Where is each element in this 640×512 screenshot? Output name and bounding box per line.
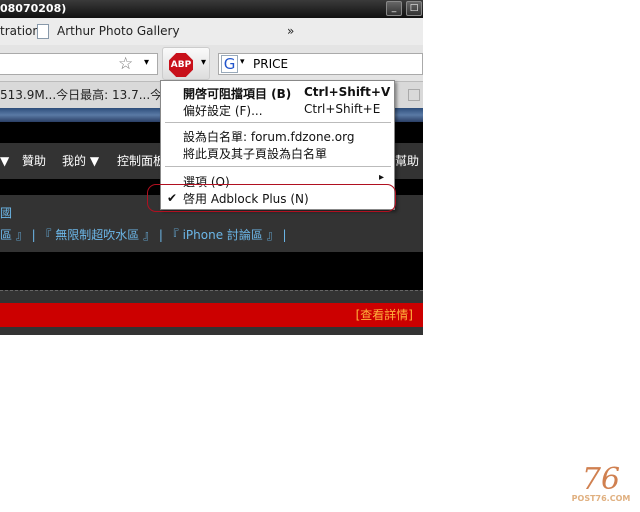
url-bar[interactable]: ☆ ▾ <box>0 53 158 75</box>
title-bar: 08070208) <box>0 0 423 18</box>
forum-link[interactable]: 國 <box>0 204 12 221</box>
ticker-text: 513.9M...今日最高: 13.7...今_ <box>0 88 169 102</box>
navigation-toolbar: ☆ ▾ ABP ▾ G ▾ PRICE <box>0 45 423 82</box>
divider <box>0 290 423 291</box>
shortcut: Ctrl+Shift+E <box>304 102 381 116</box>
menu-help[interactable]: 幫助 <box>395 143 419 179</box>
search-engine-dropdown-icon[interactable]: ▾ <box>240 57 245 67</box>
watermark-site: POST76.COM <box>571 494 631 503</box>
menu-sponsor[interactable]: 贊助 <box>22 143 46 179</box>
menu-item-open-blockable[interactable]: 開啓可阻擋項目 (B) <box>183 85 291 102</box>
watermark-number: 76 <box>581 462 621 497</box>
window-title: 08070208) <box>0 2 67 15</box>
adblock-plus-button[interactable]: ABP ▾ <box>162 47 210 80</box>
menu-separator <box>165 166 391 167</box>
view-details-link[interactable]: [查看詳情] <box>356 303 413 327</box>
close-icon[interactable] <box>408 89 420 101</box>
menu-separator <box>165 122 391 123</box>
menu-control-panel[interactable]: 控制面板 <box>117 143 165 179</box>
browser-screenshot: 08070208) _ □ tration Arthur Photo Galle… <box>0 0 423 335</box>
watermark-logo: 76 POST76.COM <box>566 462 636 504</box>
bookmarks-toolbar: tration Arthur Photo Gallery » <box>0 18 423 45</box>
bookmarks-overflow-button[interactable]: » <box>287 18 294 45</box>
abp-icon: ABP <box>169 53 193 77</box>
shortcut: Ctrl+Shift+V <box>304 85 391 99</box>
restore-button[interactable]: □ <box>406 1 422 16</box>
highlight-circle <box>147 184 396 212</box>
spacer <box>0 252 423 290</box>
alert-banner: [查看詳情] <box>0 303 423 327</box>
menu-my[interactable]: 我的 ▼ <box>62 143 99 179</box>
google-icon[interactable]: G <box>221 55 238 73</box>
menu-item-whitelist-page[interactable]: 將此頁及其子頁設為白名單 <box>183 145 327 162</box>
url-dropdown-icon[interactable]: ▾ <box>144 57 149 68</box>
bookmark-item[interactable]: tration <box>0 18 40 45</box>
bookmark-star-icon[interactable]: ☆ <box>118 54 133 74</box>
bookmark-arthur-photo-gallery[interactable]: Arthur Photo Gallery <box>57 18 180 45</box>
menu-item-whitelist-site[interactable]: 設為白名單: forum.fdzone.org <box>183 128 354 145</box>
search-bar[interactable]: G ▾ PRICE <box>218 53 423 75</box>
submenu-arrow-icon: ▸ <box>379 172 385 183</box>
menu-dropdown-icon[interactable]: ▼ <box>0 143 9 179</box>
menu-item-preferences[interactable]: 偏好設定 (F)... <box>183 102 263 119</box>
search-input[interactable]: PRICE <box>253 57 288 71</box>
abp-dropdown-icon[interactable]: ▾ <box>201 57 206 68</box>
minimize-button[interactable]: _ <box>386 1 402 16</box>
page-icon <box>37 24 49 39</box>
forum-link-row[interactable]: 區 』 | 『 無限制超吹水區 』 | 『 iPhone 討論區 』 | <box>0 226 287 243</box>
